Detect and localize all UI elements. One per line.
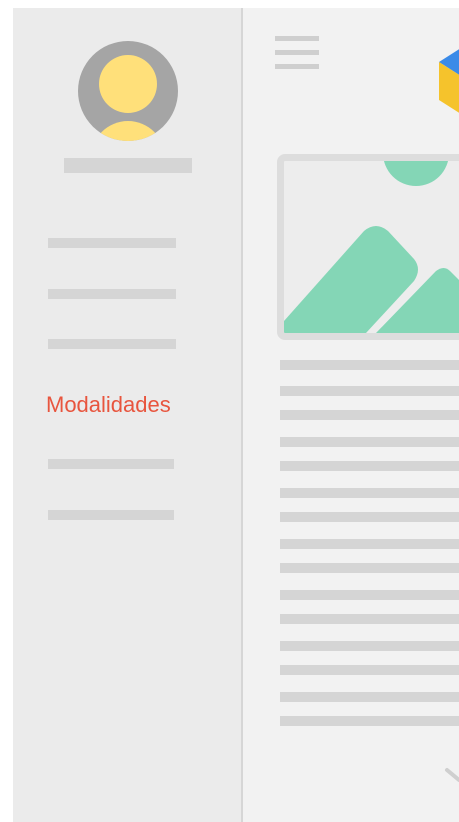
user-avatar-icon[interactable] — [78, 41, 178, 141]
text-line-placeholder — [280, 641, 459, 651]
text-line-placeholder — [280, 665, 459, 675]
text-line-placeholder — [280, 539, 459, 549]
avatar-body — [91, 121, 165, 141]
text-line-placeholder — [280, 437, 459, 447]
chevron-down-icon[interactable] — [443, 764, 459, 794]
drawer-item-placeholder[interactable] — [48, 339, 176, 349]
text-line-placeholder — [280, 614, 459, 624]
text-line-placeholder — [280, 461, 459, 471]
navigation-drawer: Modalidades — [13, 8, 243, 822]
text-line-placeholder — [280, 386, 459, 396]
text-line-placeholder — [280, 563, 459, 573]
drawer-item-modalidades[interactable]: Modalidades — [46, 392, 171, 418]
landscape-image-icon — [277, 154, 459, 340]
text-line-placeholder — [280, 488, 459, 498]
text-line-placeholder — [280, 360, 459, 370]
drawer-item-placeholder[interactable] — [48, 289, 176, 299]
hamburger-menu-icon[interactable] — [275, 36, 319, 70]
text-line-placeholder — [280, 716, 459, 726]
text-line-placeholder — [280, 590, 459, 600]
drawer-item-placeholder[interactable] — [48, 510, 174, 520]
drawer-item-placeholder[interactable] — [48, 238, 176, 248]
text-line-placeholder — [280, 512, 459, 522]
cube-logo-icon[interactable] — [437, 48, 459, 114]
main-content — [243, 8, 459, 822]
text-line-placeholder — [280, 410, 459, 420]
avatar-head — [99, 55, 157, 113]
text-line-placeholder — [280, 692, 459, 702]
user-name-placeholder — [64, 158, 192, 173]
app-window: Modalidades — [13, 8, 459, 822]
drawer-item-placeholder[interactable] — [48, 459, 174, 469]
